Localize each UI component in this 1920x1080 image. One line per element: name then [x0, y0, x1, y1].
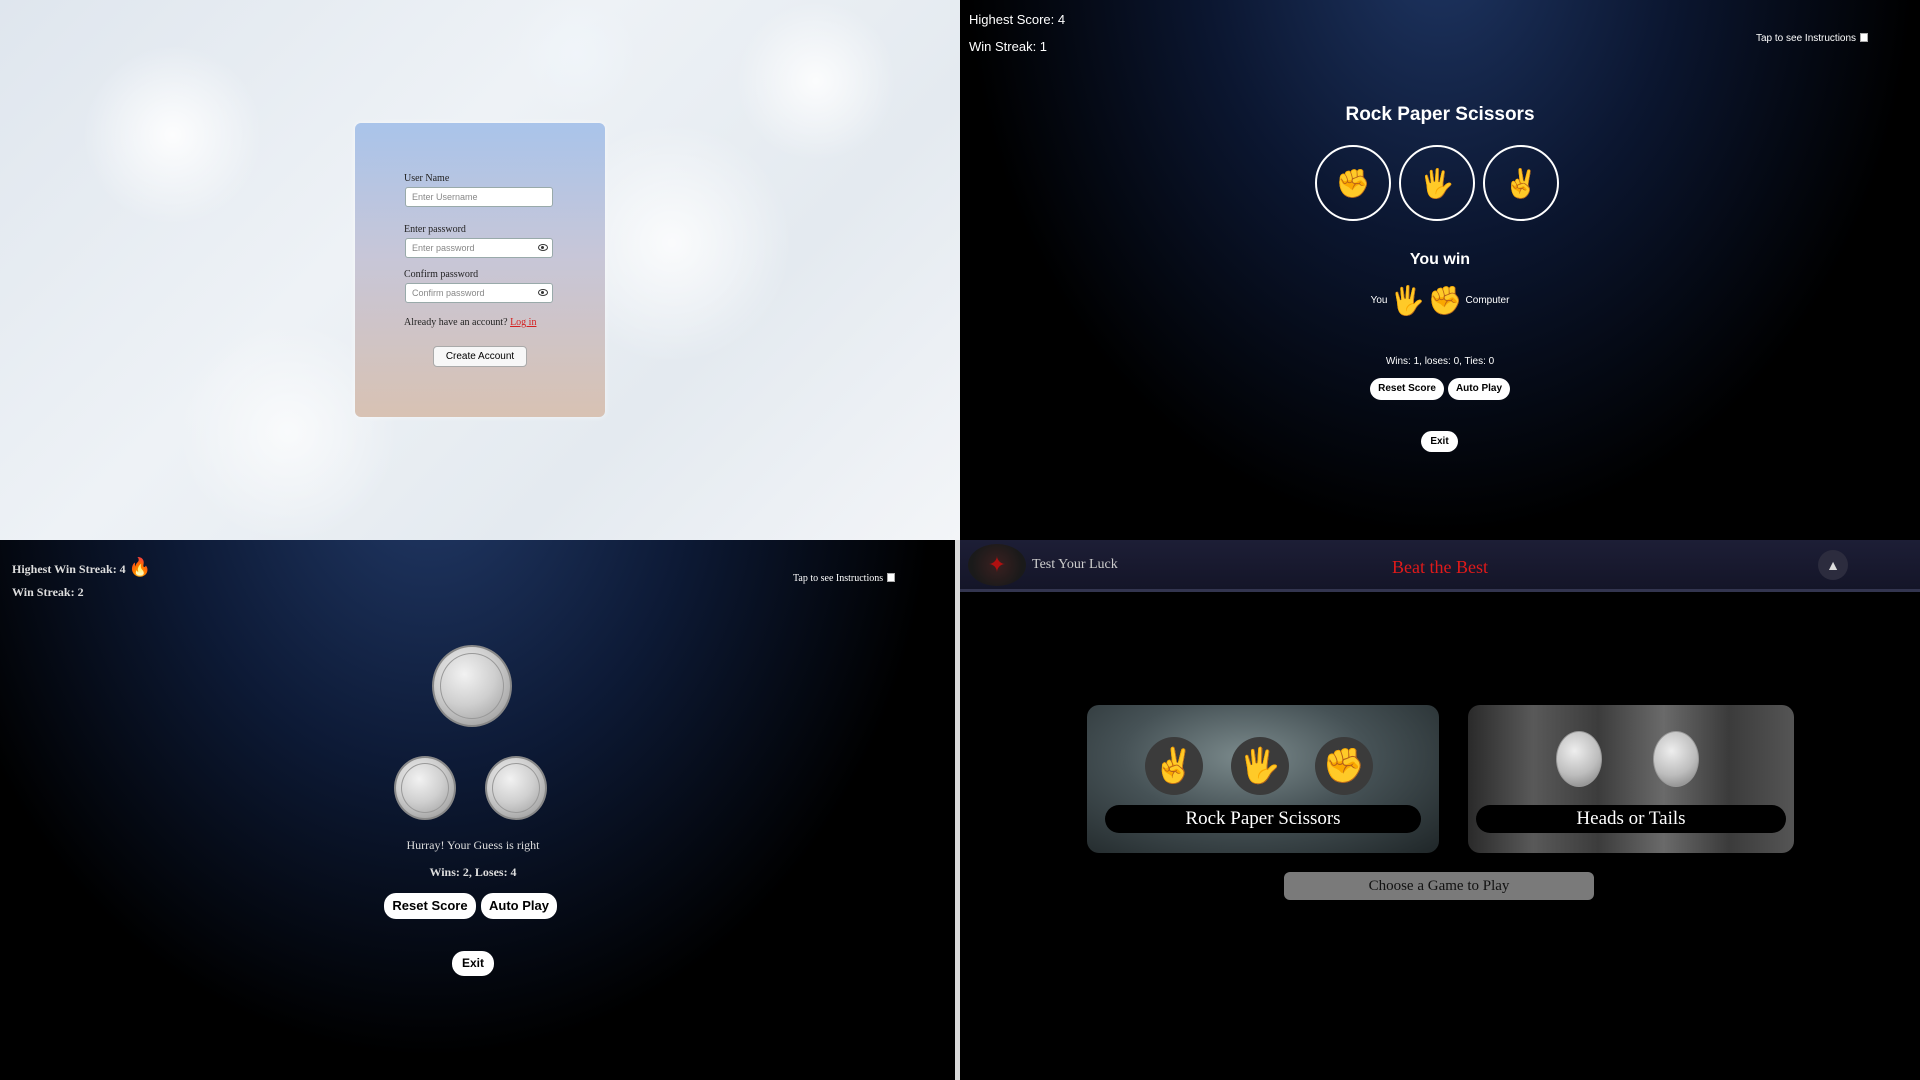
result-coin-icon [432, 645, 512, 727]
choose-game-banner: Choose a Game to Play [1284, 872, 1594, 900]
auto-play-button[interactable]: Auto Play [481, 893, 557, 919]
auto-play-button[interactable]: Auto Play [1448, 378, 1510, 400]
tails-coin-icon [1653, 731, 1699, 787]
eye-icon[interactable] [538, 289, 548, 296]
login-prompt: Already have an account? Log in [404, 317, 536, 328]
highest-win-streak-text: Highest Win Streak: 4 [12, 562, 126, 576]
confirm-password-input[interactable]: Confirm password [405, 283, 553, 303]
password-input[interactable]: Enter password [405, 238, 553, 258]
brand-title: Beat the Best [1392, 557, 1488, 577]
rps-game-card[interactable]: ✌ 🖐 ✊ Rock Paper Scissors [1087, 705, 1439, 853]
exit-button[interactable]: Exit [1421, 431, 1458, 452]
score-text: Wins: 2, Loses: 4 [429, 865, 517, 879]
coin-rim [401, 763, 449, 813]
computer-label: Computer [1465, 295, 1510, 307]
instructions-link[interactable]: Tap to see Instructions [793, 573, 896, 584]
password-placeholder: Enter password [412, 243, 475, 253]
login-link[interactable]: Log in [510, 317, 536, 328]
rock-button[interactable]: ✊ [1315, 145, 1391, 221]
you-label: You [1370, 295, 1388, 307]
win-streak: Win Streak: 2 [12, 585, 84, 599]
moves-display: You 🖐 ✊ Computer [960, 284, 1920, 317]
rock-icon: ✊ [1315, 737, 1373, 795]
signup-card: User Name Enter Username Enter password … [355, 123, 605, 417]
password-label: Enter password [404, 224, 466, 235]
paper-button[interactable]: 🖐 [1399, 145, 1475, 221]
home-screen: ✦ Test Your Luck Beat the Best ▲ ✌ 🖐 ✊ R… [960, 540, 1920, 1080]
win-streak: Win Streak: 1 [969, 39, 1048, 54]
eye-icon[interactable] [538, 244, 548, 251]
confirm-password-placeholder: Confirm password [412, 288, 485, 298]
fire-icon: 🔥 [128, 557, 152, 577]
coin-rim [492, 763, 540, 813]
computer-move-icon: ✊ [1427, 285, 1463, 316]
instructions-text: Tap to see Instructions [793, 573, 884, 584]
heads-coin-button[interactable] [394, 756, 456, 820]
profile-icon[interactable]: ▲ [1818, 550, 1848, 580]
info-icon [887, 573, 896, 582]
heads-tails-card-label: Heads or Tails [1476, 805, 1786, 833]
coin-rim [440, 653, 504, 719]
scissors-icon: ✌ [1145, 737, 1203, 795]
confirm-password-label: Confirm password [404, 269, 479, 280]
instructions-text: Tap to see Instructions [1756, 33, 1857, 44]
rps-screen: Highest Score: 4 Win Streak: 1 Tap to se… [960, 0, 1920, 540]
heads-tails-game-card[interactable]: Heads or Tails [1468, 705, 1794, 853]
signup-screen: User Name Enter Username Enter password … [0, 0, 960, 540]
game-title: Rock Paper Scissors [1345, 104, 1535, 125]
scissors-button[interactable]: ✌ [1483, 145, 1559, 221]
coin-toss-screen: Highest Win Streak: 4 🔥 Win Streak: 2 Ta… [0, 540, 955, 1080]
create-account-button[interactable]: Create Account [433, 346, 527, 367]
heads-coin-icon [1556, 731, 1602, 787]
highest-score: Highest Score: 4 [969, 12, 1066, 27]
result-message: Hurray! Your Guess is right [406, 838, 540, 852]
player-move-icon: 🖐 [1390, 285, 1426, 316]
result-text: You win [1409, 251, 1471, 268]
exit-button[interactable]: Exit [452, 951, 494, 976]
highest-win-streak: Highest Win Streak: 4 🔥 [12, 557, 151, 578]
reset-score-button[interactable]: Reset Score [384, 893, 476, 919]
instructions-link[interactable]: Tap to see Instructions [1756, 33, 1869, 44]
paper-icon: 🖐 [1231, 737, 1289, 795]
have-account-text: Already have an account? [404, 317, 508, 328]
score-text: Wins: 1, loses: 0, Ties: 0 [1385, 356, 1495, 367]
info-icon [1860, 33, 1869, 42]
rps-card-label: Rock Paper Scissors [1105, 805, 1421, 833]
navbar: ✦ Test Your Luck Beat the Best ▲ [960, 540, 1920, 592]
tails-coin-button[interactable] [485, 756, 547, 820]
reset-score-button[interactable]: Reset Score [1370, 378, 1444, 400]
username-input[interactable]: Enter Username [405, 187, 553, 207]
username-label: User Name [404, 173, 450, 184]
